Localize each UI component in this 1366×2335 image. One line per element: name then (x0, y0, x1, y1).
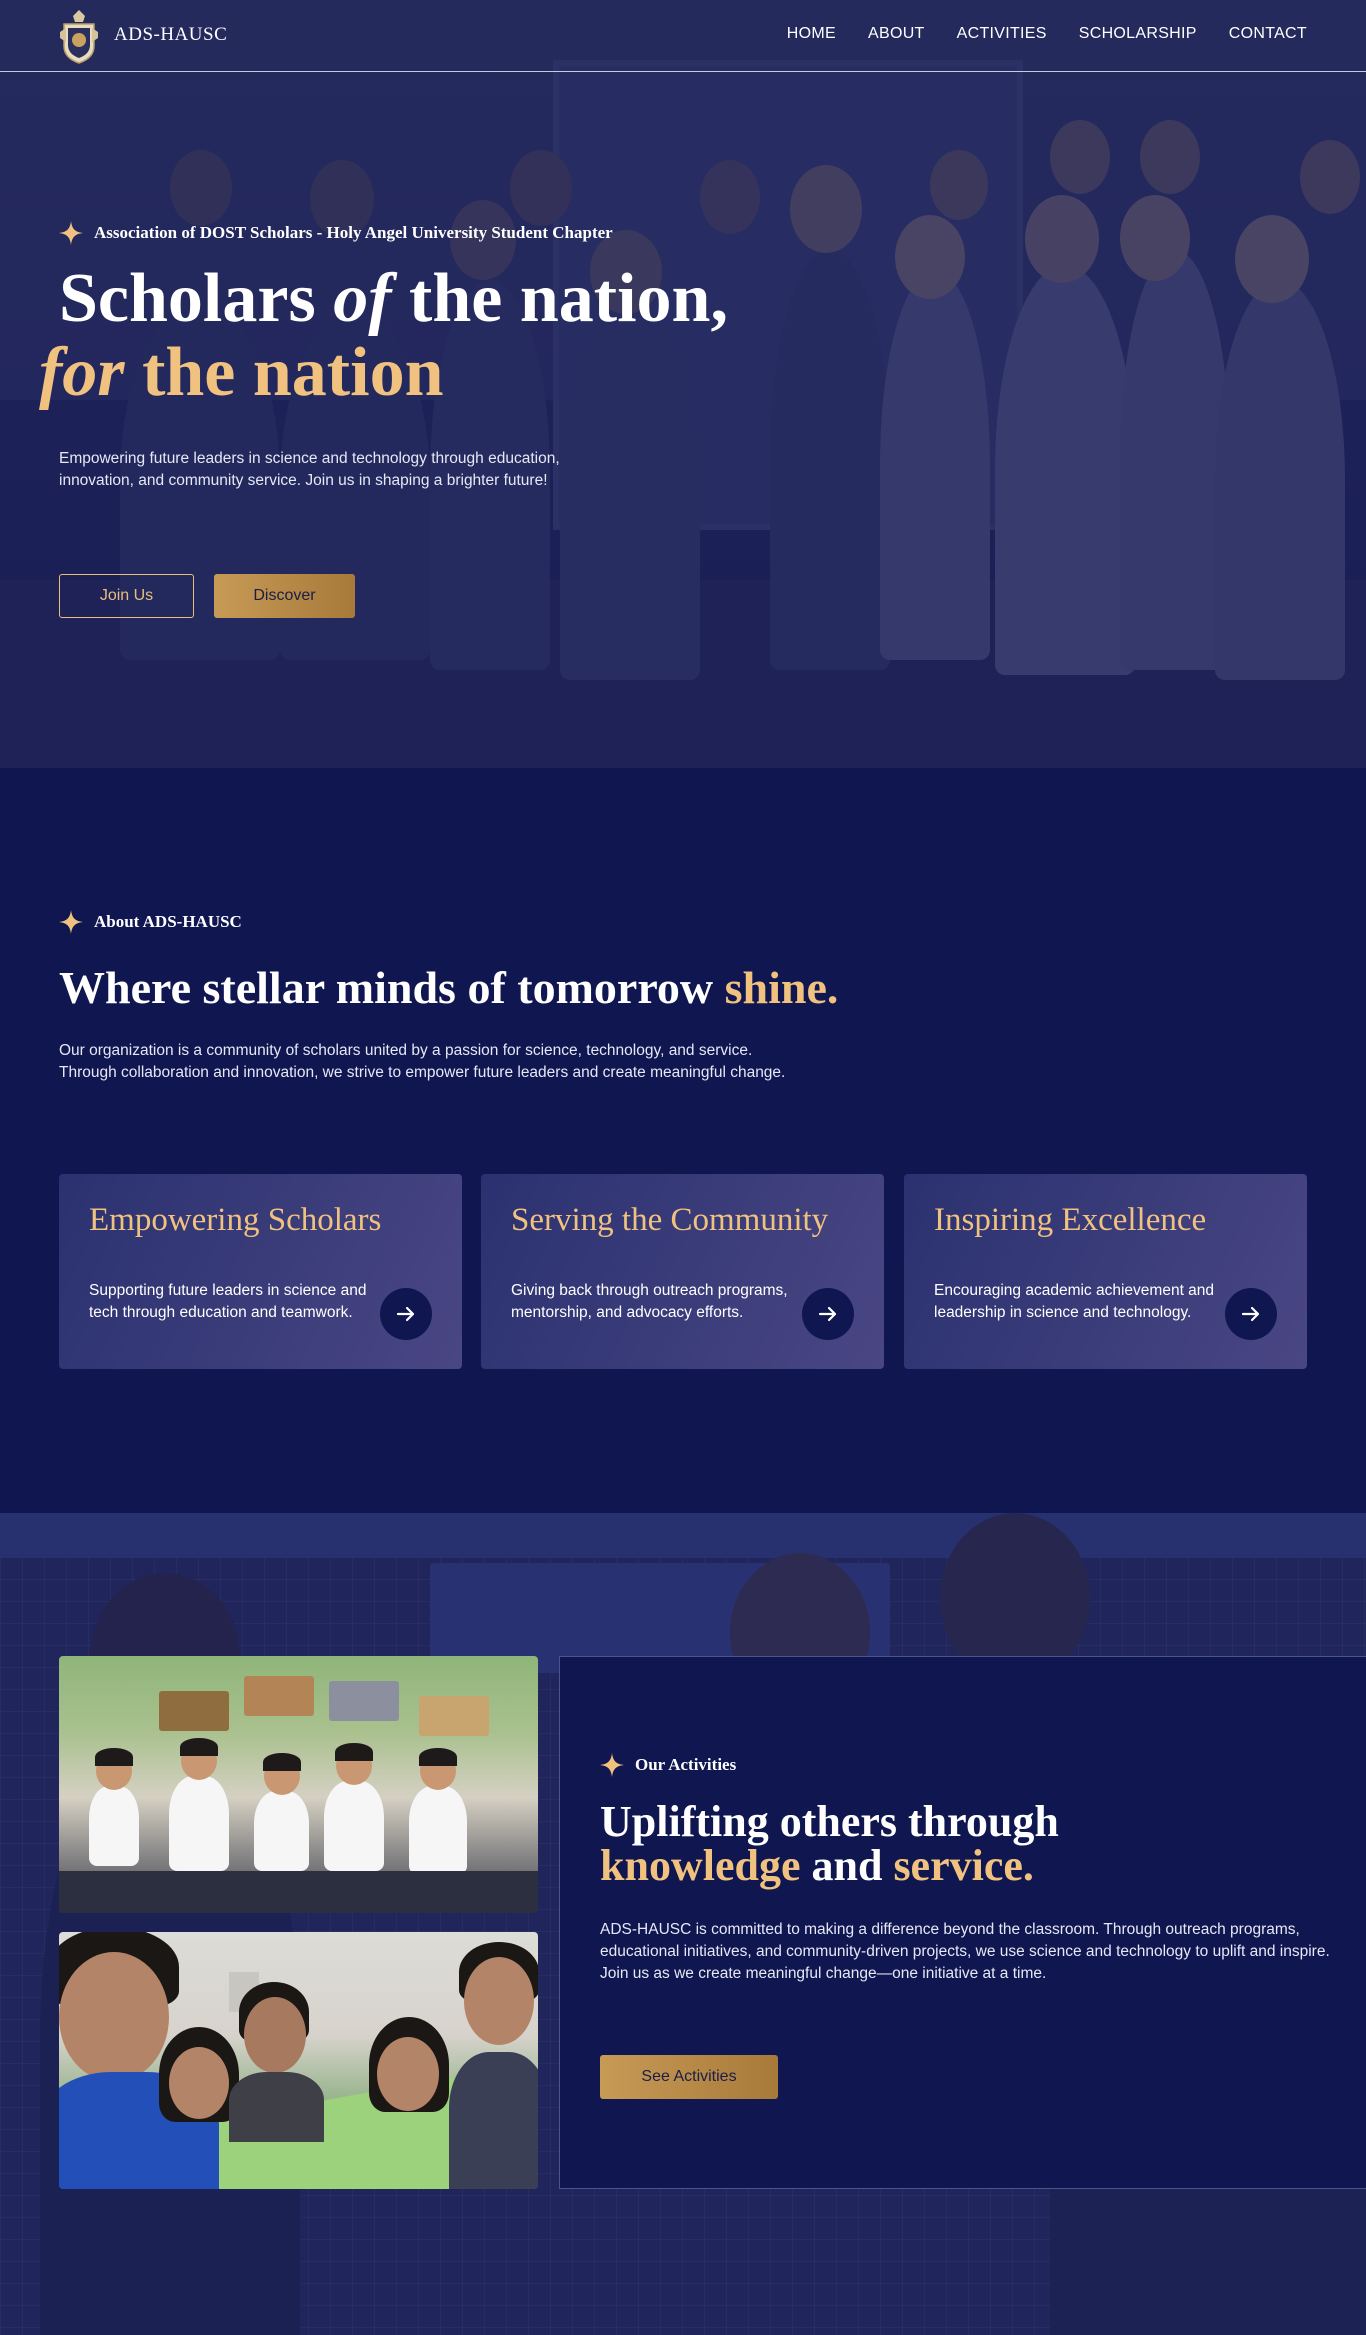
hero-title-for: for (39, 334, 125, 411)
card-text: Supporting future leaders in science and… (89, 1282, 367, 1321)
arrow-right-icon[interactable] (380, 1288, 432, 1340)
activities-title-and: and (800, 1841, 894, 1890)
nav-contact[interactable]: CONTACT (1229, 25, 1307, 43)
about-title: Where stellar minds of tomorrow shine. (59, 960, 838, 1016)
nav-activities[interactable]: ACTIVITIES (957, 25, 1047, 43)
hero-title-of: of (333, 260, 392, 337)
activities-title-service: service. (893, 1841, 1034, 1890)
logo-emblem[interactable] (58, 8, 100, 64)
join-us-button[interactable]: Join Us (59, 574, 194, 618)
nav-scholarship[interactable]: SCHOLARSHIP (1079, 25, 1197, 43)
about-kicker-text: About ADS-HAUSC (94, 912, 242, 931)
card-empowering-scholars[interactable]: Empowering Scholars Supporting future le… (59, 1174, 462, 1369)
card-text: Encouraging academic achievement and lea… (934, 1282, 1215, 1321)
activities-title-knowledge: knowledge (600, 1841, 801, 1890)
nav-about[interactable]: ABOUT (868, 25, 925, 43)
nav-home[interactable]: HOME (787, 25, 836, 43)
hero-title: Scholars of the nation, for the nation (39, 260, 728, 410)
top-navigation-bar: ADS-HAUSC HOME ABOUT ACTIVITIES SCHOLARS… (0, 0, 1366, 72)
sparkle-star-icon (59, 221, 83, 245)
activities-kicker: Our Activities (600, 1753, 736, 1777)
hero-title-part1: Scholars (59, 260, 334, 337)
about-kicker: About ADS-HAUSC (59, 910, 242, 934)
activities-description: ADS-HAUSC is committed to making a diffe… (600, 1921, 1330, 1982)
activities-kicker-text: Our Activities (635, 1755, 737, 1774)
about-title-main: Where stellar minds of tomorrow (59, 962, 725, 1013)
hero-description: Empowering future leaders in science and… (59, 450, 560, 489)
card-serving-community[interactable]: Serving the Community Giving back throug… (481, 1174, 884, 1369)
hero-kicker: Association of DOST Scholars - Holy Ange… (59, 221, 613, 245)
card-text: Giving back through outreach programs, m… (511, 1282, 788, 1321)
sparkle-star-icon (59, 910, 83, 934)
card-title: Empowering Scholars (89, 1202, 382, 1238)
about-section: About ADS-HAUSC Where stellar minds of t… (0, 768, 1366, 1513)
card-title: Inspiring Excellence (934, 1202, 1207, 1238)
hero-title-part2: the nation, (391, 260, 728, 337)
main-nav: HOME ABOUT ACTIVITIES SCHOLARSHIP CONTAC… (787, 25, 1307, 43)
hero-title-line2: for the nation (39, 336, 728, 410)
activities-panel: Our Activities Uplifting others through … (559, 1656, 1366, 2189)
activities-title: Uplifting others through knowledge and s… (600, 1800, 1059, 1888)
hero-title-part3: the nation (124, 334, 444, 411)
card-inspiring-excellence[interactable]: Inspiring Excellence Encouraging academi… (904, 1174, 1307, 1369)
about-title-accent: shine. (724, 962, 839, 1013)
see-activities-button[interactable]: See Activities (600, 2055, 778, 2099)
sparkle-star-icon (600, 1753, 624, 1777)
hero-section: ADS-HAUSC HOME ABOUT ACTIVITIES SCHOLARS… (0, 0, 1366, 768)
activities-title-line1: Uplifting others through (600, 1797, 1059, 1846)
card-title: Serving the Community (511, 1202, 829, 1238)
arrow-right-icon[interactable] (1225, 1288, 1277, 1340)
brand-name[interactable]: ADS-HAUSC (114, 24, 227, 46)
activity-photo-group-selfie (59, 1932, 538, 2189)
hero-kicker-text: Association of DOST Scholars - Holy Ange… (94, 223, 613, 242)
activities-section: Our Activities Uplifting others through … (0, 1513, 1366, 2335)
about-description: Our organization is a community of schol… (59, 1042, 786, 1081)
activity-photo-children (59, 1656, 538, 1913)
arrow-right-icon[interactable] (802, 1288, 854, 1340)
discover-button[interactable]: Discover (214, 574, 355, 618)
